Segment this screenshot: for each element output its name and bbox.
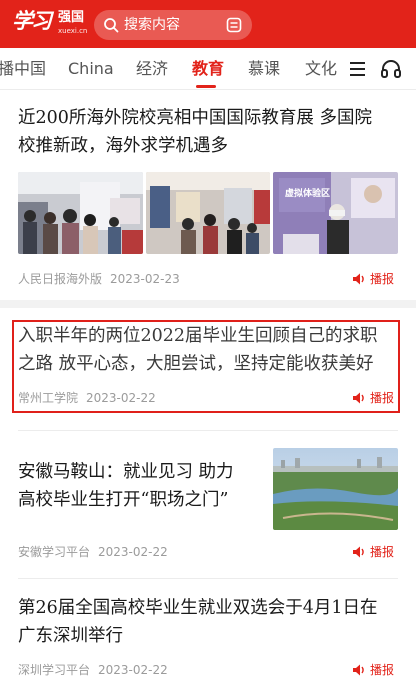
speaker-icon — [352, 664, 364, 676]
tab-education[interactable]: 教育 — [192, 48, 224, 90]
city-park-aerial-photo[interactable] — [273, 448, 398, 530]
channel-tabs: 播中国 China 经济 教育 慕课 文化 — [0, 48, 416, 90]
divider — [18, 578, 398, 579]
tab-culture[interactable]: 文化 — [305, 48, 337, 90]
menu-icon[interactable] — [348, 60, 368, 78]
expo-crowd-photo[interactable] — [18, 172, 143, 254]
search-placeholder: 搜索内容 — [124, 17, 180, 33]
vr-experience-photo[interactable]: 虚拟体验区 — [273, 172, 398, 254]
tab-china[interactable]: China — [68, 48, 114, 90]
article-source: 安徽学习平台 — [18, 545, 91, 559]
headset-icon[interactable] — [380, 58, 402, 80]
broadcast-label: 播报 — [369, 272, 394, 286]
top-header: 学习 强国 xuexi.cn 搜索内容 — [0, 0, 416, 48]
tab-bozhongguo[interactable]: 播中国 — [0, 48, 46, 90]
article-card-4[interactable]: 第26届全国高校毕业生就业双选会于4月1日在 广东深圳举行 深圳学习平台 2023… — [0, 584, 416, 698]
article-title-line: 安徽马鞍山：就业见习 助力 — [18, 462, 234, 482]
article-title-line: 校推新政，海外求学机遇多 — [18, 136, 228, 156]
section-separator — [0, 300, 416, 308]
article-date: 2023-02-23 — [110, 272, 180, 286]
article-source: 人民日报海外版 — [18, 272, 103, 286]
vr-photo-caption: 虚拟体验区 — [285, 189, 331, 199]
tab-economy[interactable]: 经济 — [136, 48, 168, 90]
article-title-line: 第26届全国高校毕业生就业双选会于4月1日在 — [18, 598, 378, 618]
tab-mooc[interactable]: 慕课 — [248, 48, 280, 90]
speaker-icon — [352, 273, 364, 285]
article-title[interactable]: 近200所海外院校亮相中国国际教育展 多国院 校推新政，海外求学机遇多 — [18, 104, 403, 160]
search-icon — [104, 18, 119, 33]
article-date: 2023-02-22 — [98, 663, 168, 677]
article-title-line: 广东深圳举行 — [18, 626, 123, 646]
broadcast-button[interactable]: 播报 — [352, 662, 394, 678]
speaker-icon — [352, 546, 364, 558]
expo-booth-photo[interactable] — [146, 172, 270, 254]
broadcast-label: 播报 — [369, 545, 394, 559]
broadcast-button[interactable]: 播报 — [352, 544, 394, 560]
highlight-box — [12, 320, 400, 413]
scan-icon[interactable] — [226, 17, 242, 33]
article-meta: 人民日报海外版 2023-02-23 — [18, 271, 180, 287]
active-tab-indicator — [196, 85, 216, 88]
broadcast-button[interactable]: 播报 — [352, 271, 394, 287]
article-date: 2023-02-22 — [98, 545, 168, 559]
divider — [18, 430, 398, 431]
article-title-line: 近200所海外院校亮相中国国际教育展 多国院 — [18, 108, 372, 128]
article-card-1[interactable]: 近200所海外院校亮相中国国际教育展 多国院 校推新政，海外求学机遇多 虚拟体验… — [0, 90, 416, 300]
logo-main-text: 学习 — [12, 8, 52, 33]
broadcast-label: 播报 — [369, 663, 394, 677]
article-source: 深圳学习平台 — [18, 663, 91, 677]
article-title-line: 高校毕业生打开“职场之门” — [18, 490, 229, 510]
app-logo[interactable]: 学习 强国 xuexi.cn — [12, 8, 88, 40]
article-title[interactable]: 第26届全国高校毕业生就业双选会于4月1日在 广东深圳举行 — [18, 594, 403, 650]
article-meta: 深圳学习平台 2023-02-22 — [18, 662, 168, 678]
article-title[interactable]: 安徽马鞍山：就业见习 助力 高校毕业生打开“职场之门” — [18, 458, 263, 514]
logo-url-text: xuexi.cn — [58, 27, 88, 35]
article-card-3[interactable]: 安徽马鞍山：就业见习 助力 高校毕业生打开“职场之门” 安徽学习平台 2023-0… — [0, 440, 416, 578]
article-meta: 安徽学习平台 2023-02-22 — [18, 544, 168, 560]
logo-side-text: 强国 — [58, 10, 85, 25]
